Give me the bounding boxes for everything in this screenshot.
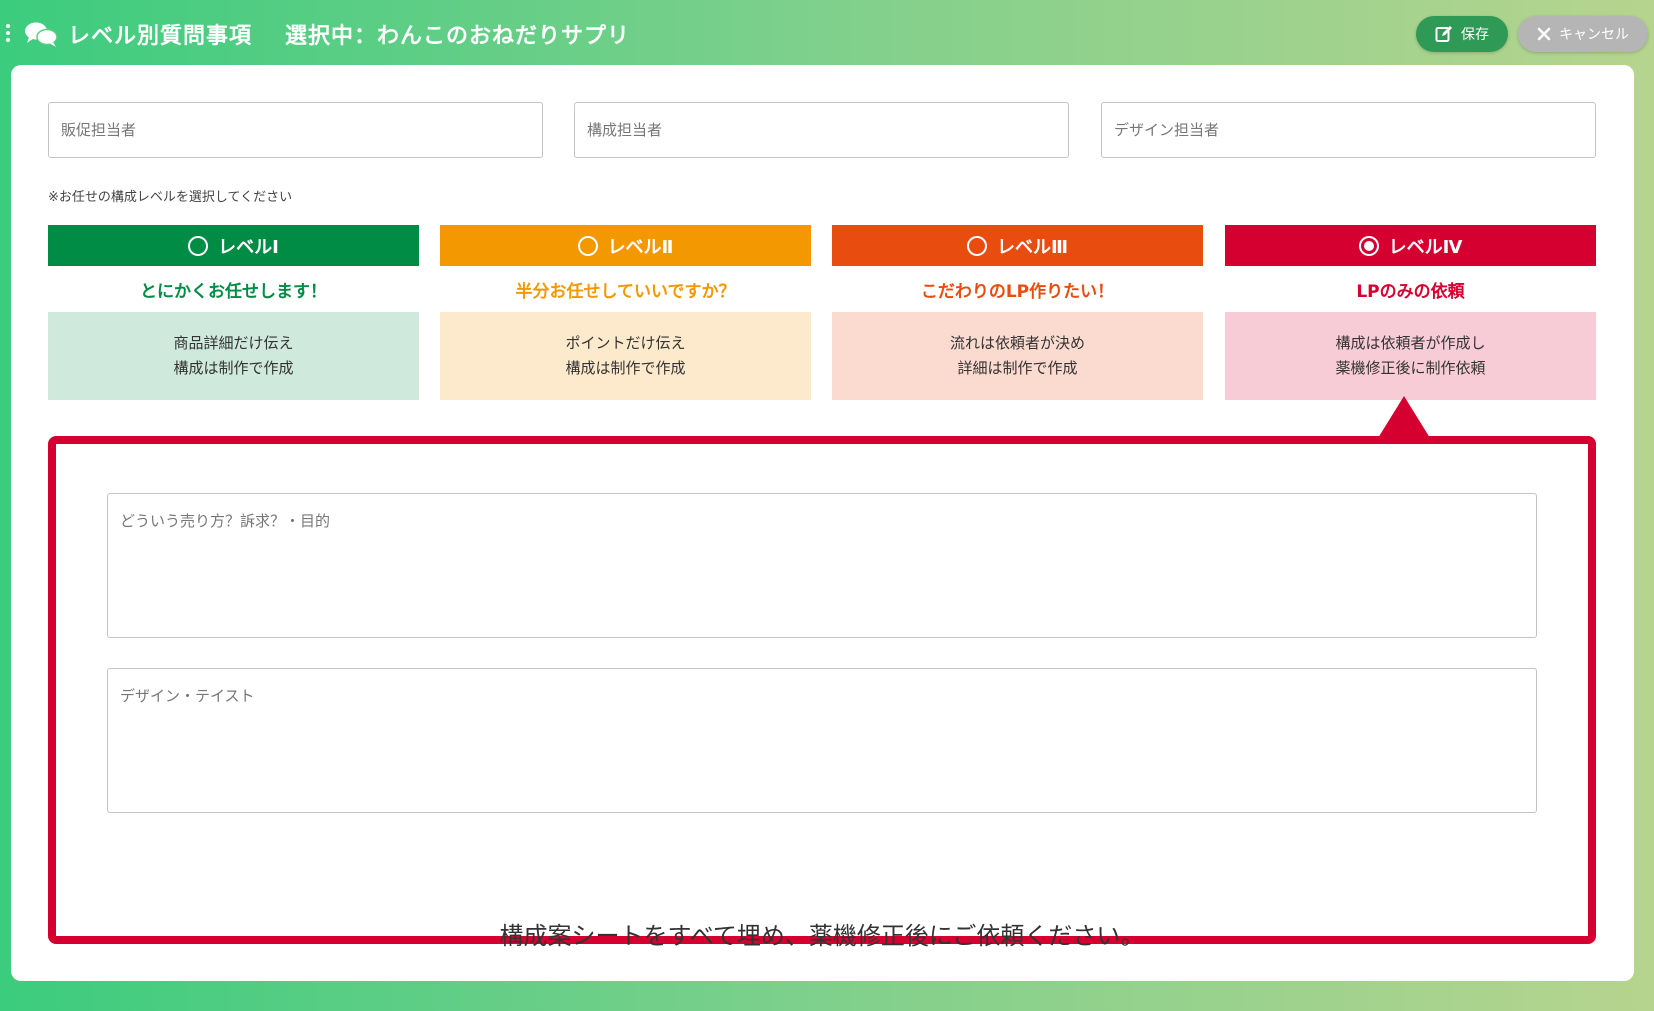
level-3-line2: 詳細は制作で作成 — [957, 359, 1078, 377]
level-1-header[interactable]: レベルⅠ — [48, 225, 419, 266]
radio-icon[interactable] — [188, 235, 209, 256]
level-1-label: レベルⅠ — [218, 236, 279, 258]
level-3-line1: 流れは依頼者が決め — [949, 334, 1085, 352]
level-1-line2: 構成は制作で作成 — [173, 359, 294, 377]
chat-icon — [25, 22, 58, 47]
save-button[interactable]: 保存 — [1416, 16, 1508, 52]
composition-manager-input[interactable] — [574, 102, 1069, 158]
header-bar: レベル別質問事項 選択中：わんこのおねだりサプリ 保存 キャンセル — [0, 0, 1654, 66]
level-hint: ※お任せの構成レベルを選択してください — [48, 190, 293, 205]
close-icon — [1537, 27, 1551, 41]
level-option-3[interactable]: レベルⅢ こだわりのLP作りたい！ 流れは依頼者が決め 詳細は制作で作成 — [832, 225, 1203, 400]
level-3-description: 流れは依頼者が決め 詳細は制作で作成 — [832, 312, 1203, 400]
level-4-description: 構成は依頼者が作成し 薬機修正後に制作依頼 — [1225, 312, 1596, 400]
radio-icon[interactable] — [966, 235, 987, 256]
level-4-header[interactable]: レベルⅣ — [1225, 225, 1596, 266]
selection-pointer — [1378, 396, 1430, 438]
level-3-header[interactable]: レベルⅢ — [832, 225, 1203, 266]
save-label: 保存 — [1461, 27, 1489, 43]
level-option-1[interactable]: レベルⅠ とにかくお任せします！ 商品詳細だけ伝え 構成は制作で作成 — [48, 225, 419, 400]
level-4-line1: 構成は依頼者が作成し — [1335, 334, 1486, 352]
level-4-label: レベルⅣ — [1388, 236, 1463, 258]
request-notice: 構成案シートをすべて埋め、薬機修正後にご依頼ください。 — [499, 922, 1145, 950]
level-2-description: ポイントだけ伝え 構成は制作で作成 — [440, 312, 811, 400]
cancel-button[interactable]: キャンセル — [1518, 16, 1648, 52]
level-2-tagline: 半分お任せしていいですか？ — [515, 281, 736, 302]
level-2-header[interactable]: レベルⅡ — [440, 225, 811, 266]
level-3-tagline: こだわりのLP作りたい！ — [920, 281, 1115, 302]
level-4-line2: 薬機修正後に制作依頼 — [1335, 359, 1486, 377]
cancel-label: キャンセル — [1559, 27, 1629, 43]
design-taste-textarea[interactable] — [107, 668, 1537, 813]
sales-approach-textarea[interactable] — [107, 493, 1537, 638]
level-option-4[interactable]: レベルⅣ LPのみの依頼 構成は依頼者が作成し 薬機修正後に制作依頼 — [1225, 225, 1596, 400]
selected-product: 選択中：わんこのおねだりサプリ — [285, 24, 631, 49]
level-2-line1: ポイントだけ伝え — [565, 334, 686, 352]
level-4-tagline: LPのみの依頼 — [1356, 281, 1465, 302]
level-2-line2: 構成は制作で作成 — [565, 359, 686, 377]
level-3-label: レベルⅢ — [996, 236, 1068, 258]
form-card: ※お任せの構成レベルを選択してください レベルⅠ とにかくお任せします！ 商品詳… — [11, 65, 1634, 981]
level-option-2[interactable]: レベルⅡ 半分お任せしていいですか？ ポイントだけ伝え 構成は制作で作成 — [440, 225, 811, 400]
page-title: レベル別質問事項 — [68, 24, 253, 49]
level-1-description: 商品詳細だけ伝え 構成は制作で作成 — [48, 312, 419, 400]
drag-handle-icon[interactable] — [4, 24, 12, 44]
level-1-tagline: とにかくお任せします！ — [140, 281, 327, 302]
design-manager-input[interactable] — [1101, 102, 1596, 158]
level-detail-panel: 構成案シートをすべて埋め、薬機修正後にご依頼ください。 — [48, 436, 1596, 950]
edit-icon — [1435, 26, 1452, 42]
radio-selected-icon[interactable] — [1358, 235, 1379, 256]
level-1-line1: 商品詳細だけ伝え — [173, 334, 294, 352]
level-2-label: レベルⅡ — [607, 236, 674, 258]
sales-manager-input[interactable] — [48, 102, 543, 158]
radio-icon[interactable] — [577, 235, 598, 256]
